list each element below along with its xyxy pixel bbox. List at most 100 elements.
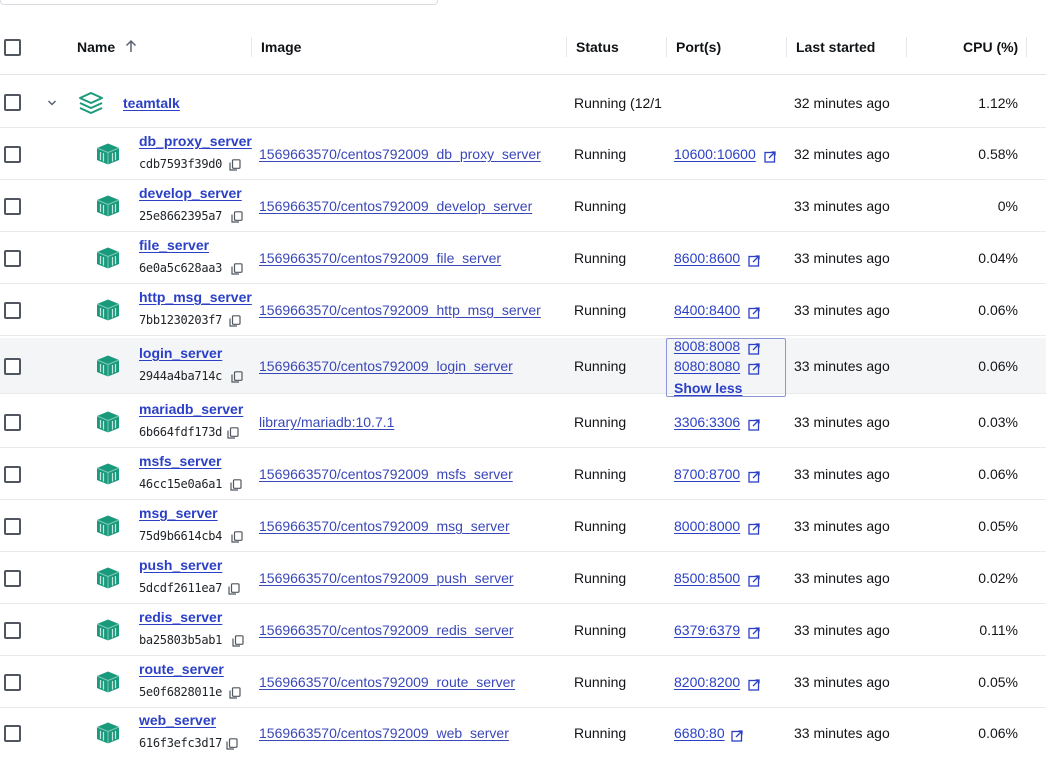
copy-icon[interactable]	[232, 634, 244, 647]
row-checkbox[interactable]	[4, 414, 21, 431]
port-link[interactable]: 8700:8700	[674, 466, 740, 482]
column-cpu[interactable]: CPU (%)	[963, 39, 1018, 55]
copy-icon[interactable]	[231, 210, 243, 223]
copy-icon[interactable]	[230, 478, 242, 491]
container-row[interactable]: route_server 5e0f6828011e 1569663570/cento…	[0, 656, 1046, 708]
group-row-teamtalk[interactable]: teamtalk Running (12/1 32 minutes ago 1.…	[0, 76, 1046, 128]
image-link[interactable]: 1569663570/centos792009_http_msg_server	[259, 302, 541, 318]
row-checkbox[interactable]	[4, 198, 21, 215]
external-link-icon[interactable]	[748, 470, 760, 483]
container-row[interactable]: mariadb_server 6b664fdf173d library/mariad…	[0, 396, 1046, 448]
container-row[interactable]: push_server 5dcdf2611ea7 1569663570/centos…	[0, 552, 1046, 604]
container-name-link[interactable]: file_server	[139, 237, 209, 253]
column-ports[interactable]: Port(s)	[676, 39, 721, 55]
column-last-started[interactable]: Last started	[796, 39, 875, 55]
container-status: Running	[574, 466, 627, 482]
row-checkbox[interactable]	[4, 250, 21, 267]
show-less-link[interactable]: Show less	[674, 380, 742, 396]
container-status: Running	[574, 302, 627, 318]
image-link[interactable]: 1569663570/centos792009_msg_server	[259, 518, 510, 534]
copy-icon[interactable]	[228, 582, 240, 595]
container-name-link[interactable]: http_msg_server	[139, 289, 252, 305]
container-name-link[interactable]: msg_server	[139, 505, 218, 521]
image-link[interactable]: 1569663570/centos792009_msfs_server	[259, 466, 513, 482]
row-checkbox[interactable]	[4, 518, 21, 535]
container-name-link[interactable]: route_server	[139, 661, 224, 677]
chevron-down-icon[interactable]	[46, 97, 58, 109]
container-row[interactable]: http_msg_server 7bb1230203f7 1569663570/ce…	[0, 284, 1046, 336]
external-link-icon[interactable]	[748, 362, 760, 375]
container-name-link[interactable]: push_server	[139, 557, 222, 573]
group-name-link[interactable]: teamtalk	[123, 95, 180, 111]
container-name-link[interactable]: login_server	[139, 345, 222, 361]
search-bar-edge	[0, 0, 438, 5]
port-link[interactable]: 8080:8080	[674, 358, 740, 374]
port-link[interactable]: 6680:80	[674, 725, 725, 741]
container-row[interactable]: redis_server ba25803b5ab1 1569663570/cento…	[0, 604, 1046, 656]
container-name-link[interactable]: mariadb_server	[139, 401, 243, 417]
row-checkbox[interactable]	[4, 302, 21, 319]
external-link-icon[interactable]	[748, 678, 760, 691]
select-all-checkbox[interactable]	[4, 39, 21, 56]
container-row[interactable]: msfs_server 46cc15e0a6a1 1569663570/centos…	[0, 448, 1046, 500]
external-link-icon[interactable]	[748, 574, 760, 587]
external-link-icon[interactable]	[748, 342, 760, 355]
container-row[interactable]: develop_server 25e8662395a7 1569663570/cen…	[0, 180, 1046, 232]
copy-icon[interactable]	[229, 314, 241, 327]
image-link[interactable]: 1569663570/centos792009_db_proxy_server	[259, 146, 541, 162]
external-link-icon[interactable]	[748, 306, 760, 319]
container-row[interactable]: web_server 616f3efc3d17 1569663570/centos7…	[0, 707, 1046, 757]
container-name-link[interactable]: msfs_server	[139, 453, 222, 469]
row-checkbox[interactable]	[4, 674, 21, 691]
port-link[interactable]: 8008:8008	[674, 338, 740, 354]
port-link[interactable]: 8600:8600	[674, 250, 740, 266]
image-link[interactable]: 1569663570/centos792009_login_server	[259, 358, 513, 374]
row-checkbox[interactable]	[4, 466, 21, 483]
copy-icon[interactable]	[231, 370, 243, 383]
row-checkbox[interactable]	[4, 725, 21, 742]
copy-icon[interactable]	[227, 426, 239, 439]
port-link[interactable]: 8500:8500	[674, 570, 740, 586]
external-link-icon[interactable]	[748, 418, 760, 431]
row-checkbox[interactable]	[4, 622, 21, 639]
copy-icon[interactable]	[229, 686, 241, 699]
column-name[interactable]: Name	[77, 39, 137, 55]
row-checkbox[interactable]	[4, 570, 21, 587]
port-link[interactable]: 6379:6379	[674, 622, 740, 638]
copy-icon[interactable]	[226, 737, 238, 750]
container-name-link[interactable]: develop_server	[139, 185, 242, 201]
external-link-icon[interactable]	[748, 254, 760, 267]
container-name-link[interactable]: db_proxy_server	[139, 133, 252, 149]
container-name-link[interactable]: redis_server	[139, 609, 222, 625]
external-link-icon[interactable]	[731, 729, 743, 742]
container-row[interactable]: login_server 2944a4ba714c 1569663570/cento…	[0, 338, 1046, 397]
port-link[interactable]: 3306:3306	[674, 414, 740, 430]
column-image[interactable]: Image	[261, 39, 301, 55]
port-link[interactable]: 8000:8000	[674, 518, 740, 534]
row-checkbox[interactable]	[4, 94, 21, 111]
external-link-icon[interactable]	[748, 522, 760, 535]
image-link[interactable]: 1569663570/centos792009_redis_server	[259, 622, 514, 638]
image-link[interactable]: 1569663570/centos792009_web_server	[259, 725, 509, 741]
image-link[interactable]: 1569663570/centos792009_file_server	[259, 250, 501, 266]
image-link[interactable]: 1569663570/centos792009_develop_server	[259, 198, 532, 214]
port-link[interactable]: 8200:8200	[674, 674, 740, 690]
row-checkbox[interactable]	[4, 358, 21, 375]
external-link-icon[interactable]	[764, 150, 776, 163]
container-row[interactable]: msg_server 75d9b6614cb4 1569663570/centos7…	[0, 500, 1046, 552]
copy-icon[interactable]	[231, 262, 243, 275]
image-link[interactable]: 1569663570/centos792009_route_server	[259, 674, 515, 690]
container-icon	[95, 298, 121, 325]
container-name-link[interactable]: web_server	[139, 712, 216, 728]
container-row[interactable]: file_server 6e0a5c628aa3 1569663570/centos…	[0, 232, 1046, 284]
image-link[interactable]: 1569663570/centos792009_push_server	[259, 570, 514, 586]
port-link[interactable]: 10600:10600	[674, 146, 756, 162]
copy-icon[interactable]	[231, 530, 243, 543]
row-checkbox[interactable]	[4, 146, 21, 163]
container-row[interactable]: db_proxy_server cdb7593f39d0 1569663570/ce…	[0, 128, 1046, 180]
image-link[interactable]: library/mariadb:10.7.1	[259, 414, 394, 430]
port-link[interactable]: 8400:8400	[674, 302, 740, 318]
external-link-icon[interactable]	[748, 626, 760, 639]
column-status[interactable]: Status	[576, 39, 619, 55]
copy-icon[interactable]	[229, 158, 241, 171]
